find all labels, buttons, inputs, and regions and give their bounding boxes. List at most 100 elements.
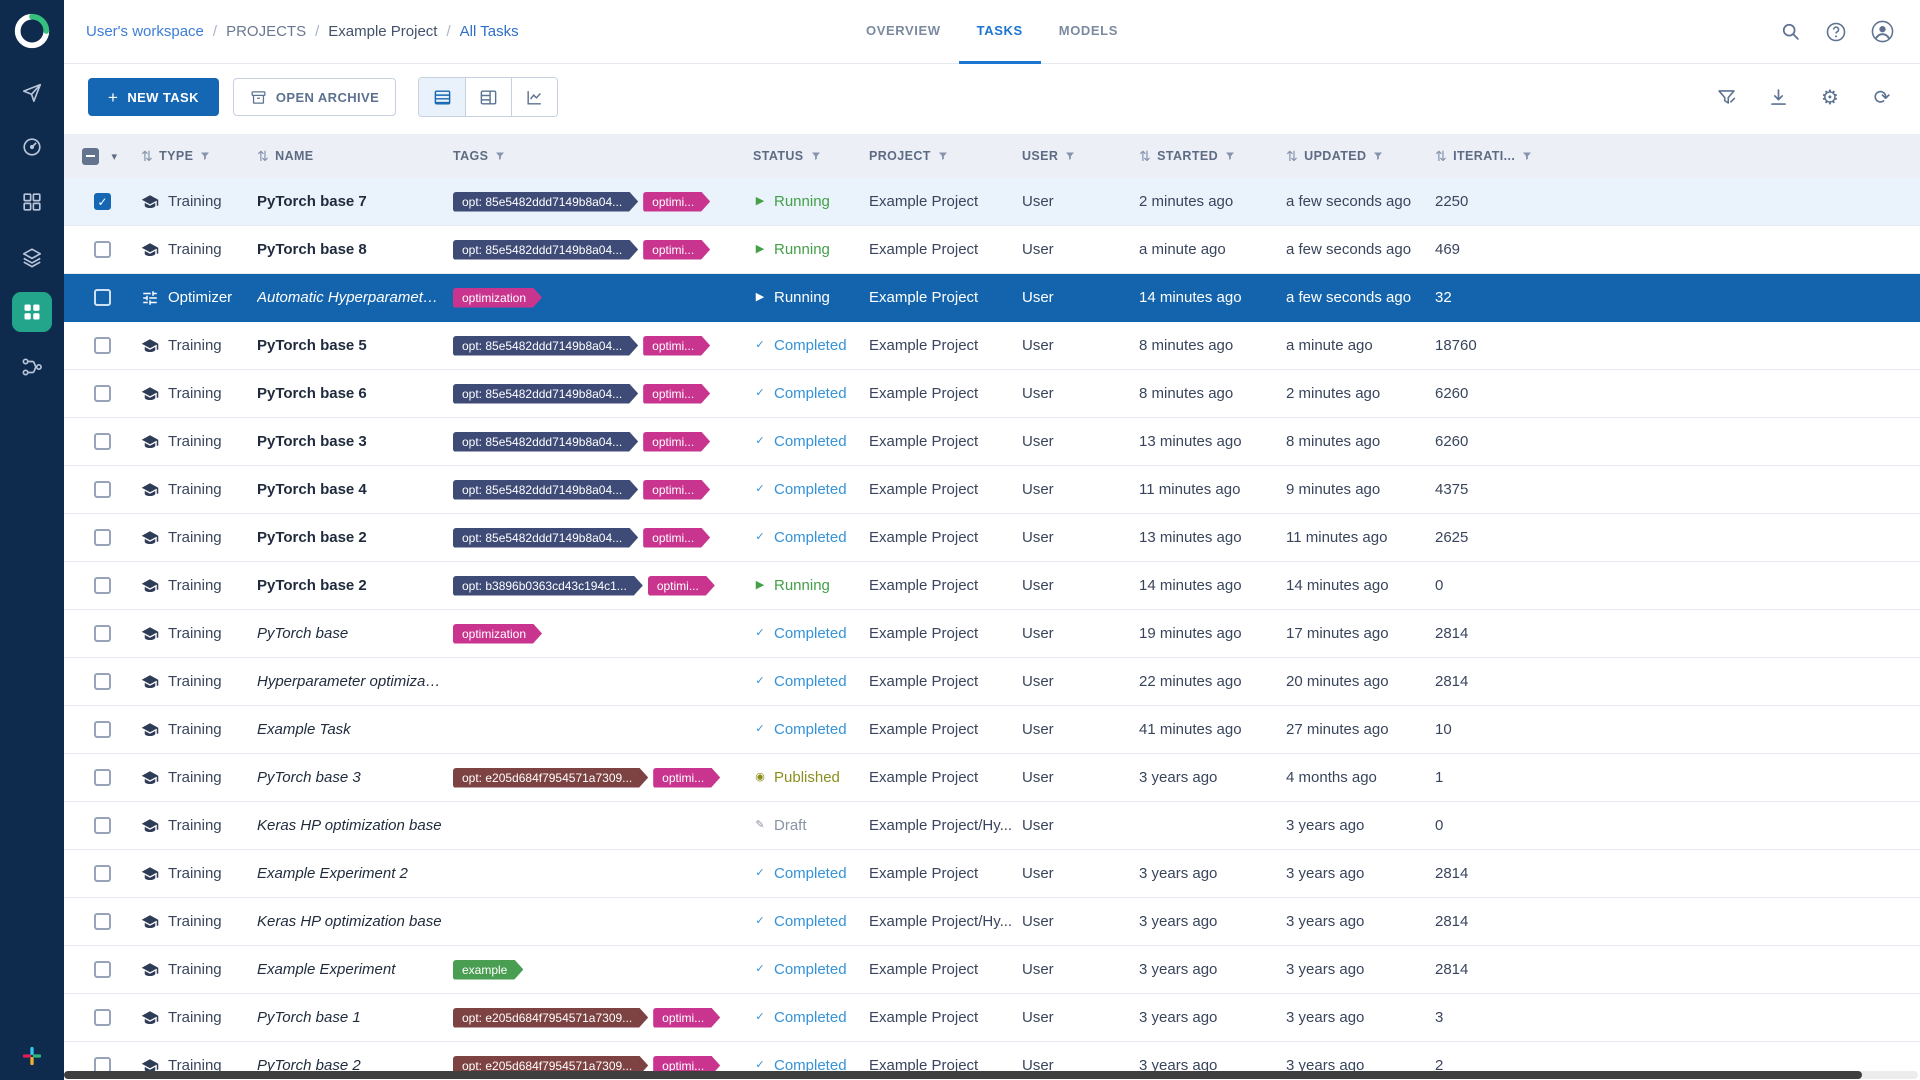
table-row[interactable]: Training Keras HP optimization base ✓ Co… xyxy=(64,898,1920,946)
task-name[interactable]: Automatic Hyperparamete... xyxy=(257,289,453,306)
task-name[interactable]: PyTorch base 4 xyxy=(257,481,453,498)
row-checkbox[interactable] xyxy=(94,529,111,546)
row-checkbox[interactable] xyxy=(94,481,111,498)
sort-icon[interactable]: ⇅ xyxy=(1286,148,1298,165)
tag[interactable]: optimi... xyxy=(643,336,710,356)
table-row[interactable]: Training PyTorch base optimization ✓ Com… xyxy=(64,610,1920,658)
settings-gear-icon[interactable]: ⚙ xyxy=(1818,85,1842,109)
tag[interactable]: opt: 85e5482ddd7149b8a04... xyxy=(453,192,638,212)
task-name[interactable]: Example Experiment 2 xyxy=(257,865,453,882)
task-name[interactable]: Keras HP optimization base xyxy=(257,817,453,834)
column-header-updated[interactable]: ⇅ UPDATED xyxy=(1286,148,1435,165)
tag[interactable]: opt: e205d684f7954571a7309... xyxy=(453,768,648,788)
task-name[interactable]: Hyperparameter optimizati... xyxy=(257,673,453,690)
row-checkbox[interactable] xyxy=(94,193,111,210)
tag[interactable]: optimi... xyxy=(653,1008,720,1028)
row-checkbox[interactable] xyxy=(94,289,111,306)
task-name[interactable]: PyTorch base 2 xyxy=(257,529,453,546)
filter-funnel-icon[interactable] xyxy=(937,150,949,162)
open-archive-button[interactable]: OPEN ARCHIVE xyxy=(233,78,396,116)
table-row[interactable]: Training PyTorch base 1 opt: e205d684f79… xyxy=(64,994,1920,1042)
dashboard-icon[interactable] xyxy=(12,127,52,167)
table-row[interactable]: Training Keras HP optimization base ✎ Dr… xyxy=(64,802,1920,850)
row-checkbox[interactable] xyxy=(94,769,111,786)
task-name[interactable]: Keras HP optimization base xyxy=(257,913,453,930)
column-header-tags[interactable]: TAGS xyxy=(453,149,753,163)
row-checkbox[interactable] xyxy=(94,673,111,690)
filter-funnel-icon[interactable] xyxy=(1064,150,1076,162)
tag[interactable]: optimization xyxy=(453,624,542,644)
task-name[interactable]: Example Task xyxy=(257,721,453,738)
table-row[interactable]: Training PyTorch base 5 opt: 85e5482ddd7… xyxy=(64,322,1920,370)
pipelines-icon[interactable] xyxy=(12,347,52,387)
breadcrumb-project[interactable]: Example Project xyxy=(328,23,437,40)
task-name[interactable]: PyTorch base 1 xyxy=(257,1009,453,1026)
task-name[interactable]: PyTorch base 2 xyxy=(257,577,453,594)
slack-icon[interactable] xyxy=(22,1046,42,1066)
row-checkbox[interactable] xyxy=(94,1009,111,1026)
tag[interactable]: opt: 85e5482ddd7149b8a04... xyxy=(453,336,638,356)
avatar-icon[interactable] xyxy=(1862,12,1902,52)
column-header-project[interactable]: PROJECT xyxy=(869,149,1022,163)
tag[interactable]: opt: b3896b0363cd43c194c1... xyxy=(453,576,643,596)
row-checkbox[interactable] xyxy=(94,817,111,834)
download-icon[interactable] xyxy=(1766,85,1790,109)
search-icon[interactable] xyxy=(1770,12,1810,52)
tab-overview[interactable]: OVERVIEW xyxy=(848,0,959,64)
filter-funnel-icon[interactable] xyxy=(494,150,506,162)
table-row[interactable]: Training Example Task ✓ Completed Exampl… xyxy=(64,706,1920,754)
row-checkbox[interactable] xyxy=(94,961,111,978)
new-task-button[interactable]: + NEW TASK xyxy=(88,78,219,116)
tag[interactable]: opt: 85e5482ddd7149b8a04... xyxy=(453,240,638,260)
table-row[interactable]: Training PyTorch base 6 opt: 85e5482ddd7… xyxy=(64,370,1920,418)
tag[interactable]: opt: 85e5482ddd7149b8a04... xyxy=(453,528,638,548)
table-row[interactable]: Training PyTorch base 4 opt: 85e5482ddd7… xyxy=(64,466,1920,514)
tag[interactable]: optimi... xyxy=(643,480,710,500)
table-row[interactable]: Optimizer Automatic Hyperparamete... opt… xyxy=(64,274,1920,322)
paper-plane-icon[interactable] xyxy=(12,72,52,112)
row-checkbox[interactable] xyxy=(94,433,111,450)
filter-funnel-icon[interactable] xyxy=(810,150,822,162)
table-view-icon[interactable] xyxy=(419,78,465,116)
filter-reset-icon[interactable] xyxy=(1714,85,1738,109)
projects-grid-icon[interactable] xyxy=(12,182,52,222)
table-row[interactable]: Training PyTorch base 7 opt: 85e5482ddd7… xyxy=(64,178,1920,226)
tag[interactable]: optimi... xyxy=(643,384,710,404)
table-row[interactable]: Training Example Experiment example ✓ Co… xyxy=(64,946,1920,994)
table-row[interactable]: Training Example Experiment 2 ✓ Complete… xyxy=(64,850,1920,898)
task-name[interactable]: Example Experiment xyxy=(257,961,453,978)
tag[interactable]: optimi... xyxy=(643,528,710,548)
row-checkbox[interactable] xyxy=(94,241,111,258)
task-name[interactable]: PyTorch base 3 xyxy=(257,769,453,786)
applications-icon[interactable] xyxy=(12,292,52,332)
table-row[interactable]: Training PyTorch base 3 opt: 85e5482ddd7… xyxy=(64,418,1920,466)
row-checkbox[interactable] xyxy=(94,577,111,594)
table-row[interactable]: Training PyTorch base 3 opt: e205d684f79… xyxy=(64,754,1920,802)
column-header-iteration[interactable]: ⇅ ITERATI... xyxy=(1435,148,1920,165)
help-icon[interactable] xyxy=(1816,12,1856,52)
filter-funnel-icon[interactable] xyxy=(1224,150,1236,162)
row-checkbox[interactable] xyxy=(94,337,111,354)
tag[interactable]: optimi... xyxy=(643,432,710,452)
row-checkbox[interactable] xyxy=(94,625,111,642)
select-all-checkbox[interactable] xyxy=(82,148,99,165)
breadcrumb-all-tasks[interactable]: All Tasks xyxy=(460,23,519,40)
tag[interactable]: optimi... xyxy=(648,576,715,596)
tag[interactable]: opt: e205d684f7954571a7309... xyxy=(453,1008,648,1028)
split-view-icon[interactable] xyxy=(465,78,511,116)
task-name[interactable]: PyTorch base 6 xyxy=(257,385,453,402)
task-name[interactable]: PyTorch base 3 xyxy=(257,433,453,450)
column-header-type[interactable]: ⇅ TYPE xyxy=(141,148,257,165)
tag[interactable]: example xyxy=(453,960,523,980)
table-row[interactable]: Training Hyperparameter optimizati... ✓ … xyxy=(64,658,1920,706)
tag[interactable]: opt: 85e5482ddd7149b8a04... xyxy=(453,384,638,404)
filter-funnel-icon[interactable] xyxy=(1372,150,1384,162)
column-header-user[interactable]: USER xyxy=(1022,149,1139,163)
task-name[interactable]: PyTorch base xyxy=(257,625,453,642)
tab-models[interactable]: MODELS xyxy=(1041,0,1136,64)
tag[interactable]: optimization xyxy=(453,288,542,308)
tab-tasks[interactable]: TASKS xyxy=(959,0,1041,64)
tag[interactable]: optimi... xyxy=(653,768,720,788)
clearml-logo[interactable] xyxy=(11,10,53,52)
table-row[interactable]: Training PyTorch base 2 opt: 85e5482ddd7… xyxy=(64,514,1920,562)
